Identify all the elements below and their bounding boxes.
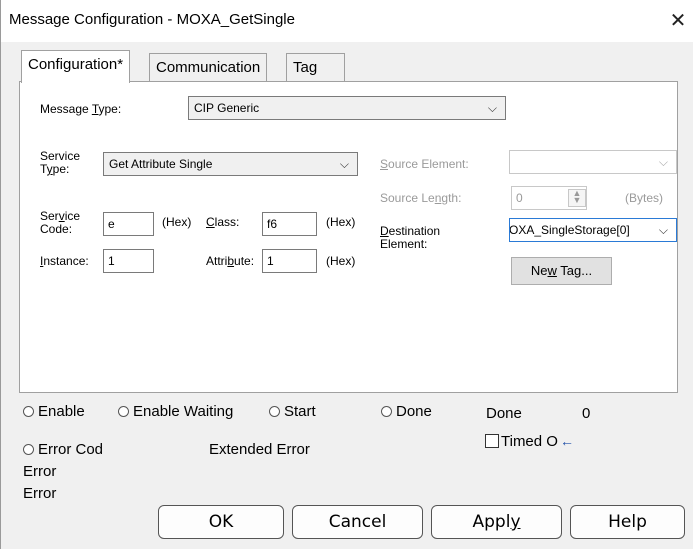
radio-icon (269, 406, 280, 417)
arrow-left-icon: ← (559, 433, 574, 449)
status-enable: Enable (23, 403, 85, 420)
message-configuration-dialog: Message Configuration - MOXA_GetSingle ✕… (0, 0, 693, 549)
message-type-select[interactable]: CIP Generic ⌵ (188, 96, 506, 120)
service-code-label: Service Code: (40, 209, 81, 236)
timed-out-checkbox[interactable]: Timed O ← (485, 433, 574, 450)
attribute-label: Attribute: (206, 254, 255, 268)
tab-tag[interactable]: Tag (286, 53, 345, 83)
source-length-label: Source Length: (380, 191, 462, 205)
message-type-label: Message Type: (40, 102, 122, 116)
apply-button[interactable]: Apply (431, 505, 562, 539)
done-length-label: Done (486, 405, 522, 422)
chevron-down-icon: ⌵ (339, 157, 349, 171)
window-title: Message Configuration - MOXA_GetSingle (9, 11, 295, 28)
close-icon[interactable]: ✕ (665, 9, 691, 35)
source-element-label: Source Element: (380, 157, 469, 171)
class-label: Class: (206, 215, 240, 229)
radio-icon (118, 406, 129, 417)
class-hex-label: (Hex) (326, 215, 356, 229)
chevron-down-icon: ⌵ (658, 155, 668, 169)
service-type-select[interactable]: Get Attribute Single ⌵ (103, 152, 358, 176)
source-element-select[interactable]: ⌵ (509, 150, 677, 174)
status-error-code: Error Cod (23, 441, 103, 458)
extended-error-label: Extended Error (209, 441, 310, 458)
service-type-label: Service Type: (40, 149, 81, 176)
service-code-hex-label: (Hex) (162, 215, 192, 229)
status-done: Done (381, 403, 432, 420)
ok-button[interactable]: OK (158, 505, 284, 539)
new-tag-button[interactable]: New Tag... (511, 257, 612, 285)
help-button[interactable]: Help (570, 505, 685, 539)
destination-element-label: Destination Element: (380, 224, 441, 251)
attribute-input[interactable]: 1 (262, 249, 317, 273)
radio-icon (23, 406, 34, 417)
done-length-value: 0 (582, 405, 591, 422)
error-text-1: Error (23, 463, 57, 480)
radio-icon (23, 444, 34, 455)
tab-configuration[interactable]: Configuration* (21, 50, 131, 83)
service-code-input[interactable]: e (103, 212, 154, 236)
tab-communication[interactable]: Communication (149, 53, 268, 83)
status-start: Start (269, 403, 316, 420)
instance-label: Instance: (40, 254, 89, 268)
destination-element-value: OXA_SingleStorage[0] (509, 223, 630, 237)
chevron-down-icon: ⌵ (487, 101, 497, 115)
error-text-2: Error (23, 485, 57, 502)
destination-element-select[interactable]: OXA_SingleStorage[0] ⌵ (509, 218, 677, 242)
instance-input[interactable]: 1 (103, 249, 154, 273)
configuration-panel: Message Type: CIP Generic ⌵ Service Type:… (19, 81, 678, 393)
service-type-value: Get Attribute Single (109, 157, 213, 171)
radio-icon (381, 406, 392, 417)
class-input[interactable]: f6 (262, 212, 317, 236)
attribute-hex-label: (Hex) (326, 254, 356, 268)
checkbox-icon (485, 434, 499, 448)
title-bar: Message Configuration - MOXA_GetSingle ✕ (1, 0, 693, 42)
status-enable-waiting: Enable Waiting (118, 403, 233, 420)
chevron-down-icon: ⌵ (658, 219, 668, 241)
cancel-button[interactable]: Cancel (292, 505, 423, 539)
message-type-value: CIP Generic (194, 101, 260, 115)
spinner-icon[interactable]: ▲ ▼ (568, 189, 586, 207)
bytes-label: (Bytes) (625, 191, 664, 205)
